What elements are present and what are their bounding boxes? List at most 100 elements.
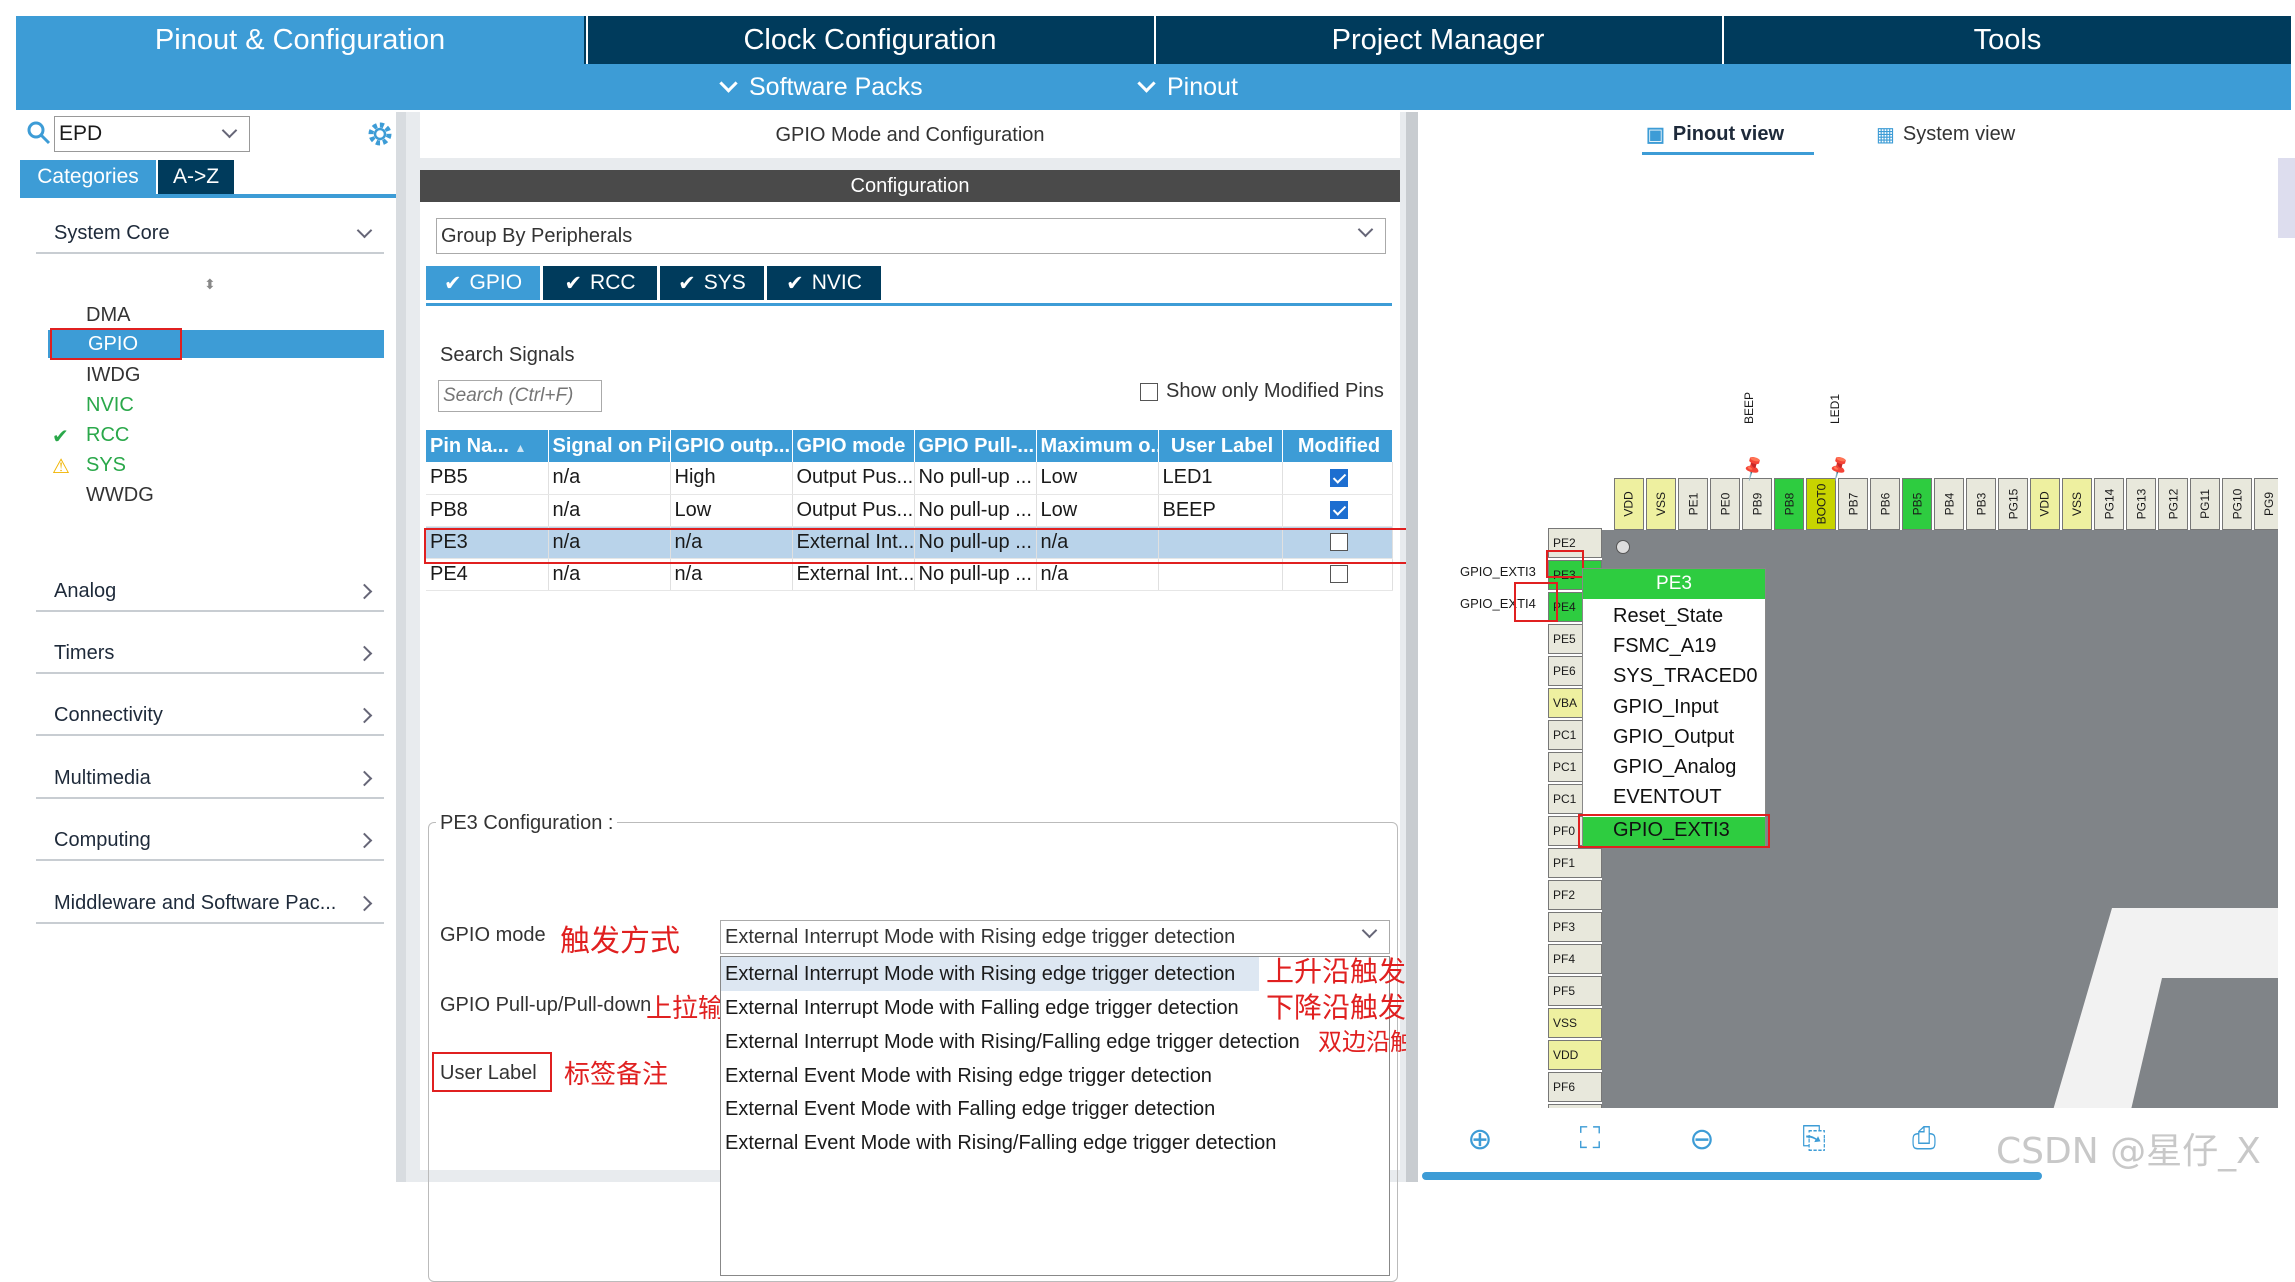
pin-pf6[interactable]: PF6: [1548, 1072, 1602, 1102]
pin-pg14[interactable]: PG14: [2094, 478, 2124, 530]
pinout-menu[interactable]: Pinout: [1137, 64, 1238, 110]
checkbox[interactable]: [1140, 382, 1158, 401]
tab-rcc[interactable]: ✔ RCC: [543, 266, 657, 300]
scrollbar-vertical[interactable]: [2278, 158, 2295, 238]
pin-pb7[interactable]: PB7: [1838, 478, 1868, 530]
sidebar-item-rcc[interactable]: RCC: [86, 424, 129, 447]
pin-pb8[interactable]: PB8: [1774, 478, 1804, 530]
pinout-view-tab[interactable]: ▣ Pinout view: [1646, 122, 1784, 147]
pin-pb3[interactable]: PB3: [1966, 478, 1996, 530]
column-header-modified[interactable]: Modified: [1282, 430, 1393, 462]
modified-checkbox[interactable]: [1330, 565, 1348, 584]
scrollbar-horizontal[interactable]: [1422, 1172, 2042, 1180]
category-analog[interactable]: Analog: [36, 572, 384, 612]
pin-vss[interactable]: VSS: [1548, 1008, 1602, 1038]
search-signals-input[interactable]: [438, 380, 602, 412]
column-header-user-label[interactable]: User Label: [1158, 430, 1283, 462]
gpio-mode-select[interactable]: External Interrupt Mode with Rising edge…: [720, 920, 1390, 954]
tab-tools[interactable]: Tools: [1722, 16, 2291, 64]
pin-vss[interactable]: VSS: [2062, 478, 2092, 530]
pin-pf5[interactable]: PF5: [1548, 976, 1602, 1006]
chevron-down-icon[interactable]: [221, 122, 238, 139]
pin-vdd[interactable]: VDD: [2030, 478, 2060, 530]
rotate-icon[interactable]: ⎘: [1796, 1122, 1832, 1158]
context-menu-item[interactable]: GPIO_Output: [1613, 726, 1734, 749]
category-multimedia[interactable]: Multimedia: [36, 759, 384, 799]
sidebar-item-nvic[interactable]: NVIC: [86, 394, 134, 417]
table-row[interactable]: PB8 n/a Low Output Pus... No pull-up ... Low B…: [426, 494, 1393, 527]
tab-a-z[interactable]: A->Z: [158, 160, 234, 194]
table-row[interactable]: PB5 n/a High Output Pus... No pull-up ... Low…: [426, 462, 1393, 495]
modified-checkbox[interactable]: [1330, 468, 1348, 487]
group-by-select[interactable]: Group By Peripherals: [436, 218, 1386, 254]
pin-pf1[interactable]: PF1: [1548, 848, 1602, 878]
pin-pb6[interactable]: PB6: [1870, 478, 1900, 530]
column-header-max-speed[interactable]: Maximum o...: [1036, 430, 1159, 462]
pin-pf3[interactable]: PF3: [1548, 912, 1602, 942]
pin-vdd[interactable]: VDD: [1614, 478, 1644, 530]
show-modified-checkbox[interactable]: Show only Modified Pins: [1140, 380, 1384, 403]
tab-gpio[interactable]: ✔ GPIO: [426, 266, 540, 300]
pin-pe0[interactable]: PE0: [1710, 478, 1740, 530]
tab-project-manager[interactable]: Project Manager: [1154, 16, 1720, 64]
fit-screen-icon[interactable]: ⛶: [1572, 1122, 1608, 1158]
dropdown-option[interactable]: External Event Mode with Falling edge tr…: [725, 1098, 1215, 1121]
category-connectivity[interactable]: Connectivity: [36, 696, 384, 736]
dropdown-option[interactable]: External Event Mode with Rising edge tri…: [725, 1065, 1212, 1088]
search-icon[interactable]: [26, 120, 52, 146]
column-header-signal[interactable]: Signal on Pin: [548, 430, 671, 462]
pin-vdd[interactable]: VDD: [1548, 1040, 1602, 1070]
sidebar-item-dma[interactable]: DMA: [86, 304, 130, 327]
dropdown-option[interactable]: External Interrupt Mode with Falling edg…: [725, 997, 1239, 1020]
pin-pf2[interactable]: PF2: [1548, 880, 1602, 910]
context-menu-item[interactable]: GPIO_Input: [1613, 696, 1719, 719]
column-header-mode[interactable]: GPIO mode: [792, 430, 915, 462]
context-menu-item[interactable]: Reset_State: [1613, 605, 1723, 628]
search-input[interactable]: EPD: [54, 116, 250, 152]
modified-checkbox[interactable]: [1330, 501, 1348, 520]
pin-pg10[interactable]: PG10: [2222, 478, 2252, 530]
pin-pg9[interactable]: PG9: [2254, 478, 2278, 530]
pin-pg15[interactable]: PG15: [1998, 478, 2028, 530]
flip-icon[interactable]: ⎙: [1906, 1122, 1942, 1158]
context-menu-item[interactable]: SYS_TRACED0: [1613, 665, 1758, 688]
tab-sys[interactable]: ✔ SYS: [660, 266, 764, 300]
category-timers[interactable]: Timers: [36, 634, 384, 674]
column-header-pin-name[interactable]: Pin Na... ▲: [426, 430, 549, 462]
software-packs-menu[interactable]: Software Packs: [719, 64, 923, 110]
gear-icon[interactable]: [366, 120, 394, 148]
context-menu-item[interactable]: GPIO_Analog: [1613, 756, 1736, 779]
sidebar-item-wwdg[interactable]: WWDG: [86, 484, 154, 507]
dropdown-option[interactable]: External Event Mode with Rising/Falling …: [725, 1132, 1276, 1155]
dropdown-option[interactable]: External Interrupt Mode with Rising edge…: [725, 963, 1235, 986]
category-middleware[interactable]: Middleware and Software Pac...: [36, 884, 384, 924]
pin-pb9[interactable]: PB9: [1742, 478, 1772, 530]
pin-pg13[interactable]: PG13: [2126, 478, 2156, 530]
pin-pf4[interactable]: PF4: [1548, 944, 1602, 974]
pin-boot0[interactable]: BOOT0: [1806, 478, 1836, 530]
category-system-core[interactable]: System Core: [36, 214, 384, 254]
pin-pe1[interactable]: PE1: [1678, 478, 1708, 530]
dropdown-option[interactable]: External Interrupt Mode with Rising/Fall…: [725, 1031, 1300, 1054]
pin-pg12[interactable]: PG12: [2158, 478, 2188, 530]
tab-clock-configuration[interactable]: Clock Configuration: [586, 16, 1152, 64]
zoom-in-icon[interactable]: ⊕: [1462, 1122, 1498, 1158]
pin-pg11[interactable]: PG11: [2190, 478, 2220, 530]
pin-pb5[interactable]: PB5: [1902, 478, 1932, 530]
context-menu-item[interactable]: FSMC_A19: [1613, 635, 1716, 658]
sort-icon[interactable]: ⬍: [204, 276, 216, 293]
zoom-out-icon[interactable]: ⊖: [1684, 1122, 1720, 1158]
splitter[interactable]: [1406, 112, 1418, 1182]
pin-pb4[interactable]: PB4: [1934, 478, 1964, 530]
tab-nvic[interactable]: ✔ NVIC: [767, 266, 881, 300]
tab-pinout-configuration[interactable]: Pinout & Configuration: [16, 16, 584, 64]
system-view-tab[interactable]: ▦ System view: [1876, 122, 2015, 147]
tab-categories[interactable]: Categories: [20, 160, 156, 194]
sidebar-item-iwdg[interactable]: IWDG: [86, 364, 140, 387]
sidebar-item-sys[interactable]: SYS: [86, 454, 126, 477]
column-header-pull[interactable]: GPIO Pull-...: [914, 430, 1037, 462]
category-computing[interactable]: Computing: [36, 821, 384, 861]
context-menu-item[interactable]: EVENTOUT: [1613, 786, 1722, 809]
pin-vss[interactable]: VSS: [1646, 478, 1676, 530]
column-header-output[interactable]: GPIO outp...: [670, 430, 793, 462]
